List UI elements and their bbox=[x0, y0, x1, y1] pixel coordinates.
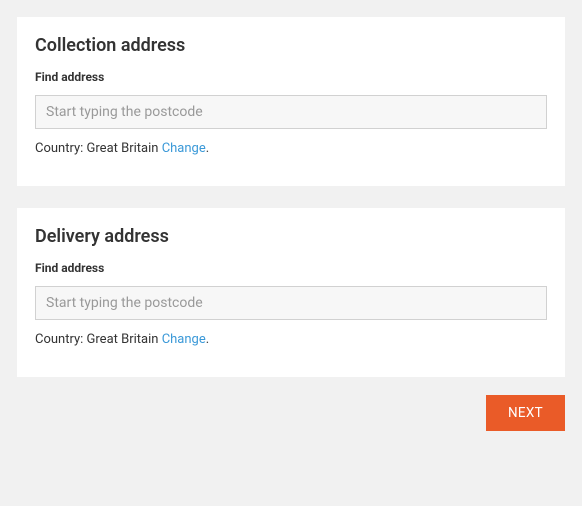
delivery-period: . bbox=[206, 332, 209, 347]
collection-find-label: Find address bbox=[35, 70, 547, 84]
delivery-change-link[interactable]: Change bbox=[162, 332, 206, 347]
collection-country-name: Great Britain bbox=[87, 141, 159, 156]
collection-title: Collection address bbox=[35, 35, 547, 56]
delivery-country-prefix: Country: bbox=[35, 332, 87, 347]
delivery-find-label: Find address bbox=[35, 261, 547, 275]
collection-period: . bbox=[206, 141, 209, 156]
collection-address-card: Collection address Find address Country:… bbox=[17, 17, 565, 186]
collection-change-link[interactable]: Change bbox=[162, 141, 206, 156]
delivery-title: Delivery address bbox=[35, 226, 547, 247]
delivery-country-name: Great Britain bbox=[87, 332, 159, 347]
collection-country-prefix: Country: bbox=[35, 141, 87, 156]
actions-row: NEXT bbox=[17, 395, 565, 431]
delivery-country-text: Country: Great Britain Change. bbox=[35, 332, 547, 347]
next-button[interactable]: NEXT bbox=[486, 395, 565, 431]
delivery-postcode-input[interactable] bbox=[35, 286, 547, 320]
collection-country-text: Country: Great Britain Change. bbox=[35, 141, 547, 156]
delivery-address-card: Delivery address Find address Country: G… bbox=[17, 208, 565, 377]
collection-postcode-input[interactable] bbox=[35, 95, 547, 129]
